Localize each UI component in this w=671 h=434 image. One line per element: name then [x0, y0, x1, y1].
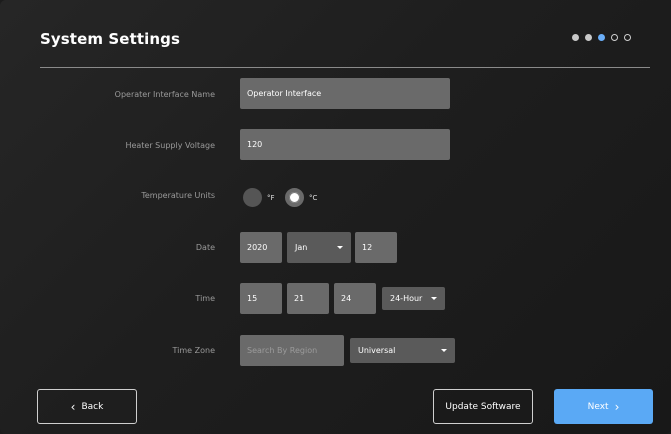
date-month-select[interactable]: Jan [287, 232, 351, 263]
step-dot-5 [624, 34, 631, 41]
next-button[interactable]: Next › [554, 389, 653, 424]
heater-voltage-input[interactable]: 120 [240, 129, 450, 160]
back-button[interactable]: ‹ Back [37, 389, 137, 424]
radio-celsius-circle-selected[interactable] [285, 188, 304, 207]
time-label: Time [195, 294, 215, 303]
chevron-down-icon [431, 297, 437, 300]
back-button-label: Back [81, 401, 104, 412]
step-dot-3-current [598, 34, 605, 41]
date-label: Date [195, 243, 215, 252]
next-button-label: Next [587, 401, 609, 412]
time-minutes-input[interactable]: 21 [287, 283, 329, 314]
time-zone-value: Universal [358, 346, 396, 355]
interface-name-input[interactable]: Operator Interface [240, 78, 450, 109]
time-seconds-input[interactable]: 24 [334, 283, 376, 314]
settings-screen: System Settings Operater Interface Name … [0, 0, 671, 434]
radio-fahrenheit-circle[interactable] [243, 188, 262, 207]
update-software-label: Update Software [445, 401, 521, 412]
interface-name-label: Operater Interface Name [114, 90, 215, 99]
chevron-left-icon: ‹ [70, 399, 76, 414]
heater-voltage-label: Heater Supply Voltage [125, 141, 215, 150]
chevron-down-icon [337, 246, 343, 249]
time-format-select[interactable]: 24-Hour [382, 287, 445, 310]
time-zone-select[interactable]: Universal [350, 338, 455, 363]
date-month-value: Jan [295, 243, 308, 252]
update-software-button[interactable]: Update Software [433, 389, 533, 424]
radio-celsius[interactable]: °C [285, 188, 317, 207]
step-dot-2 [585, 34, 592, 41]
header-divider [40, 67, 650, 68]
time-format-value: 24-Hour [390, 294, 423, 303]
time-hours-input[interactable]: 15 [240, 283, 282, 314]
step-dot-4 [611, 34, 618, 41]
time-zone-search-input[interactable]: Search By Region [240, 335, 344, 366]
chevron-down-icon [441, 349, 447, 352]
chevron-right-icon: › [614, 399, 620, 414]
step-dot-1 [572, 34, 579, 41]
step-indicator [572, 34, 631, 41]
date-day-input[interactable]: 12 [355, 232, 397, 263]
page-title: System Settings [40, 30, 181, 48]
radio-fahrenheit-label: °F [267, 193, 275, 202]
radio-fahrenheit[interactable]: °F [243, 188, 275, 207]
time-zone-label: Time Zone [172, 346, 216, 355]
radio-celsius-label: °C [309, 193, 318, 202]
temperature-units-label: Temperature Units [141, 191, 215, 200]
date-year-input[interactable]: 2020 [240, 232, 282, 263]
